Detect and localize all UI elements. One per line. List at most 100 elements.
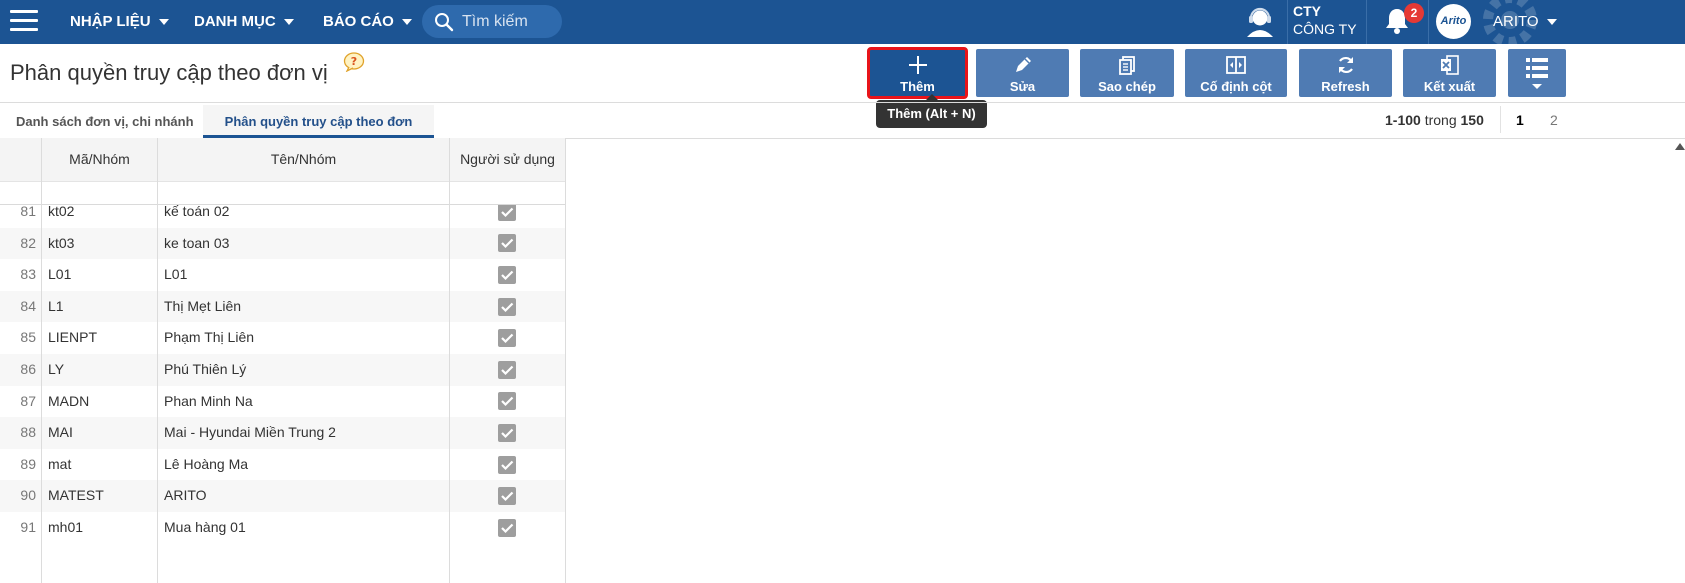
table-row[interactable]: 86 LY Phú Thiên Lý <box>0 354 566 386</box>
table-row[interactable]: 88 MAI Mai - Hyundai Miền Trung 2 <box>0 417 566 449</box>
divider <box>1366 0 1367 44</box>
column-header-name[interactable]: Tên/Nhóm <box>158 138 450 181</box>
company-info[interactable]: CTY CÔNG TY <box>1293 2 1357 38</box>
avatar[interactable]: Arito <box>1436 4 1471 39</box>
row-number: 90 <box>20 487 36 504</box>
user-checkbox[interactable] <box>498 360 516 379</box>
check-icon <box>501 239 514 249</box>
divider <box>157 138 158 583</box>
menu-danh-muc[interactable]: DANH MỤC <box>194 0 294 44</box>
copy-button-label: Sao chép <box>1098 79 1156 94</box>
freeze-column-icon <box>1226 56 1246 74</box>
table-row[interactable]: 91 mh01 Mua hàng 01 <box>0 512 566 544</box>
support-agent-icon[interactable] <box>1243 6 1277 38</box>
row-number: 89 <box>20 455 36 472</box>
cell-name: Phan Minh Na <box>164 392 253 409</box>
cell-name: Mai - Hyundai Miền Trung 2 <box>164 424 336 441</box>
table-row[interactable]: 89 mat Lê Hoàng Ma <box>0 448 566 481</box>
user-menu[interactable]: ARITO <box>1493 0 1557 44</box>
freeze-column-button[interactable]: Cố định cột <box>1185 49 1287 97</box>
check-icon <box>501 460 514 470</box>
search-input[interactable] <box>462 12 562 31</box>
divider <box>0 102 1685 103</box>
export-button[interactable]: Kết xuất <box>1403 49 1496 97</box>
filter-user-input[interactable] <box>450 181 566 205</box>
menu-bao-cao[interactable]: BÁO CÁO <box>323 0 412 44</box>
more-menu-button[interactable] <box>1508 49 1566 97</box>
chevron-down-icon <box>1546 19 1557 25</box>
add-button[interactable]: Thêm <box>867 47 968 99</box>
cell-code: L01 <box>48 266 72 283</box>
column-header-code[interactable]: Mã/Nhóm <box>42 138 158 181</box>
total-text: 150 <box>1460 112 1484 128</box>
menu-icon[interactable] <box>10 10 38 32</box>
edit-button[interactable]: Sửa <box>976 49 1069 97</box>
table-row[interactable]: 82 kt03 ke toan 03 <box>0 227 566 260</box>
cell-code: L1 <box>48 297 64 314</box>
cell-name: Mua hàng 01 <box>164 519 246 535</box>
user-checkbox[interactable] <box>498 265 516 284</box>
user-checkbox[interactable] <box>498 455 516 474</box>
check-icon <box>501 428 514 439</box>
row-number: 84 <box>20 297 36 314</box>
search-icon[interactable] <box>434 12 454 32</box>
filter-code-input[interactable] <box>42 181 158 205</box>
cell-code: MAI <box>48 424 73 441</box>
tab-unit-list[interactable]: Danh sách đơn vị, chi nhánh <box>0 105 210 138</box>
tab-unit-permissions[interactable]: Phân quyền truy cập theo đơn vị <box>203 105 434 162</box>
user-checkbox[interactable] <box>498 392 516 411</box>
user-checkbox[interactable] <box>498 423 516 442</box>
user-checkbox[interactable] <box>498 234 516 253</box>
check-icon <box>501 333 514 344</box>
menu-label: NHẬP LIỆU <box>70 13 151 30</box>
table-row[interactable]: 90 MATEST ARITO <box>0 480 566 512</box>
record-range: 1-100 trong 150 <box>1385 105 1484 138</box>
check-icon <box>501 491 514 502</box>
row-number: 86 <box>20 361 36 377</box>
cell-name: ARITO <box>164 487 207 504</box>
refresh-button[interactable]: Refresh <box>1299 49 1392 97</box>
help-icon[interactable]: ? <box>343 52 365 72</box>
copy-button[interactable]: Sao chép <box>1080 49 1174 97</box>
refresh-button-label: Refresh <box>1321 79 1370 94</box>
filter-name-input[interactable] <box>158 181 450 205</box>
row-number: 87 <box>20 392 36 409</box>
divider <box>449 138 450 583</box>
user-checkbox[interactable] <box>498 487 516 506</box>
cell-name: Phú Thiên Lý <box>164 361 247 377</box>
chevron-down-icon <box>158 19 169 25</box>
user-checkbox[interactable] <box>498 297 516 316</box>
cell-code: kt03 <box>48 234 75 251</box>
table-row[interactable]: 85 LIENPT Phạm Thị Liên <box>0 322 566 354</box>
list-icon <box>1526 58 1548 89</box>
user-checkbox[interactable] <box>498 202 516 221</box>
table-row[interactable]: 84 L1 Thị Mẹt Liên <box>0 290 566 323</box>
row-number: 91 <box>20 519 36 535</box>
menu-nhap-lieu[interactable]: NHẬP LIỆU <box>70 0 169 44</box>
scroll-up-arrow[interactable] <box>1675 143 1685 150</box>
cell-code: MATEST <box>48 487 104 504</box>
page-1-link[interactable]: 1 <box>1516 105 1524 138</box>
cell-code: LY <box>48 361 65 377</box>
excel-icon <box>1440 55 1459 75</box>
range-text: 1-100 <box>1385 112 1421 128</box>
cell-name: Lê Hoàng Ma <box>164 455 249 472</box>
check-icon <box>501 270 514 281</box>
user-checkbox[interactable] <box>498 518 516 537</box>
divider <box>1287 0 1288 44</box>
export-button-label: Kết xuất <box>1423 79 1476 94</box>
row-number-header <box>0 138 42 181</box>
table-row[interactable]: 83 L01 L01 <box>0 259 566 291</box>
column-header-user[interactable]: Người sử dụng <box>450 138 566 181</box>
refresh-icon <box>1338 56 1353 74</box>
chevron-down-icon <box>401 19 412 25</box>
divider <box>1500 106 1501 133</box>
user-checkbox[interactable] <box>498 329 516 348</box>
top-navbar: NHẬP LIỆU DANH MỤC BÁO CÁO CTY CÔNG TY 2… <box>0 0 1685 47</box>
table-row[interactable]: 87 MADN Phan Minh Na <box>0 385 566 418</box>
row-number: 85 <box>20 329 36 346</box>
username-label: ARITO <box>1493 13 1539 30</box>
page-2-link[interactable]: 2 <box>1550 105 1558 138</box>
page-title: Phân quyền truy cập theo đơn vị <box>10 60 328 85</box>
cell-name: Thị Mẹt Liên <box>164 297 242 314</box>
